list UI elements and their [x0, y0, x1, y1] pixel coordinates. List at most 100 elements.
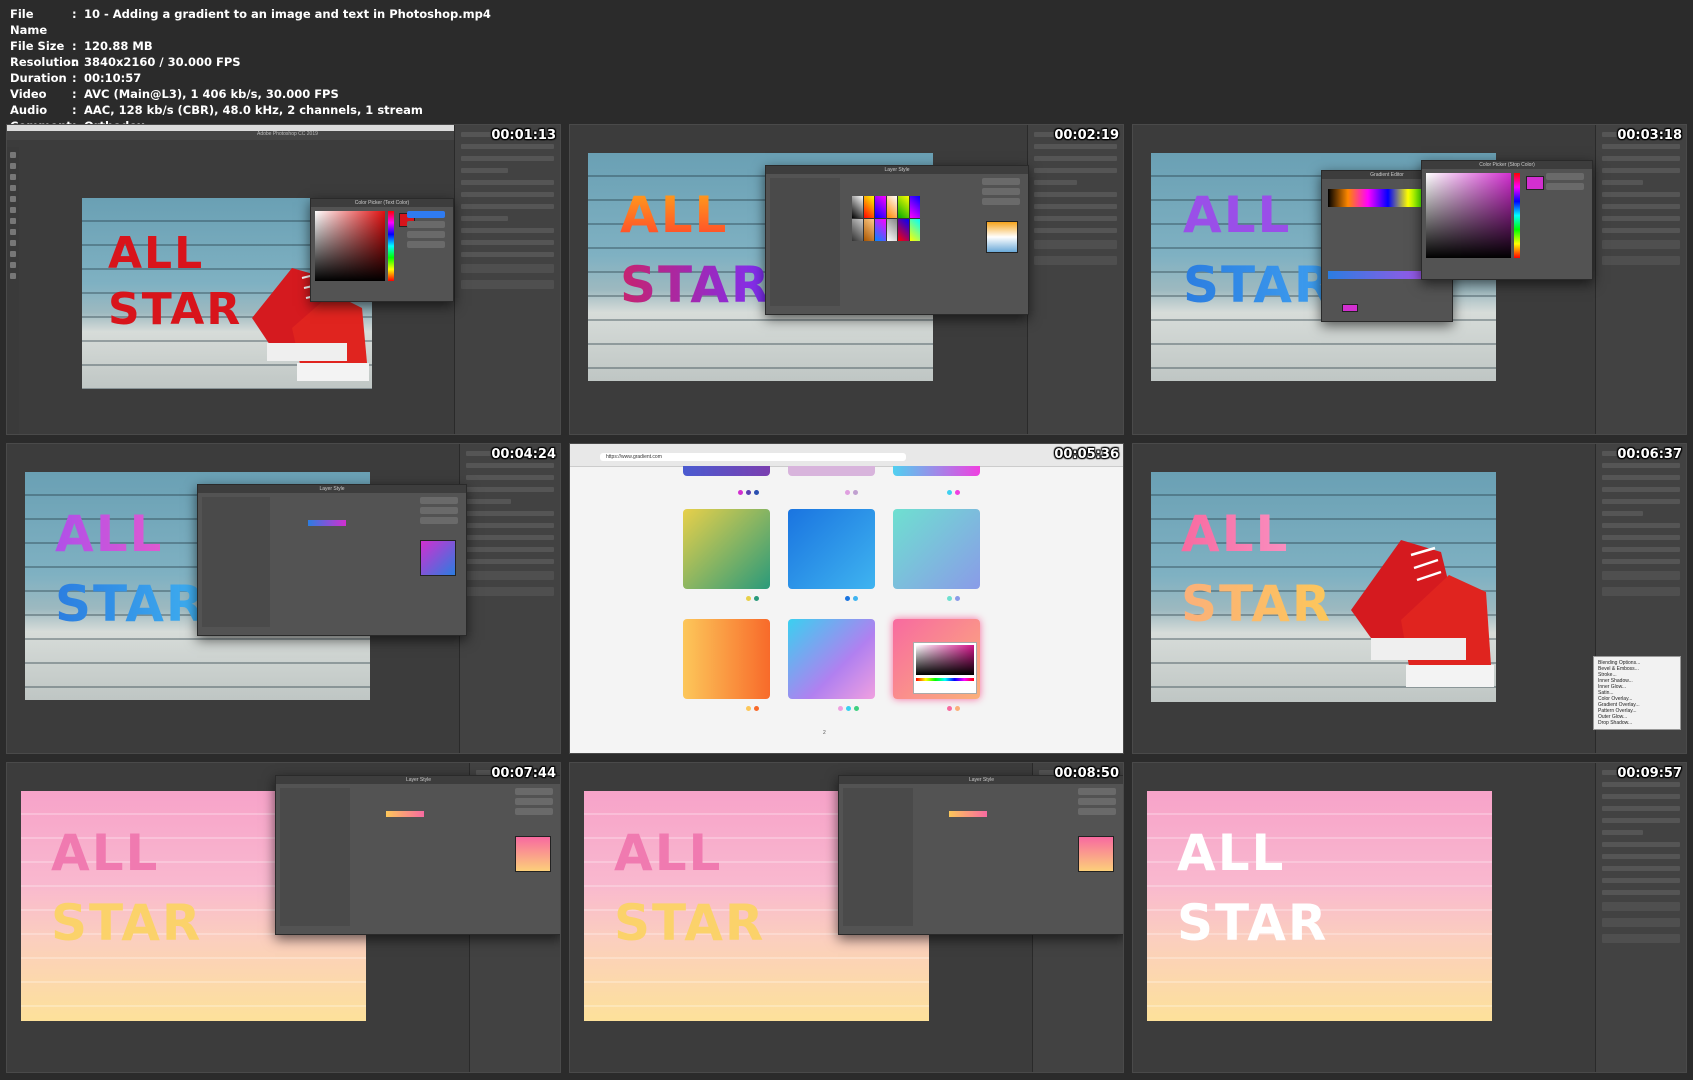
- cancel-button[interactable]: [420, 507, 458, 514]
- meta-key: File Size: [10, 39, 65, 53]
- ok-button[interactable]: [1078, 788, 1116, 795]
- layer-style-dialog[interactable]: Layer Style: [197, 484, 467, 636]
- right-panels: [459, 444, 560, 753]
- meta-value: 00:10:57: [84, 71, 142, 85]
- timestamp: 00:02:19: [1054, 128, 1119, 143]
- cancel-button[interactable]: [1546, 183, 1584, 190]
- new-style-button[interactable]: [982, 198, 1020, 205]
- ok-button[interactable]: [515, 788, 553, 795]
- meta-key: Resolution: [10, 55, 80, 69]
- meta-row: File Name:10 - Adding a gradient to an i…: [10, 7, 491, 37]
- new-style-button[interactable]: [1078, 808, 1116, 815]
- document-canvas: ALL STAR: [1151, 472, 1496, 702]
- gradient-swatch[interactable]: [949, 811, 987, 817]
- thumbnail-7[interactable]: ALL STAR Layer Style 00:07:44: [6, 762, 561, 1073]
- timestamp: 00:08:50: [1054, 766, 1119, 781]
- style-preview: [1078, 836, 1114, 872]
- thumbnail-8[interactable]: ALL STAR Layer Style 00:08:50: [569, 762, 1124, 1073]
- meta-row: File Size:120.88 MB: [10, 39, 153, 53]
- layer-style-dialog[interactable]: Layer Style: [765, 165, 1029, 315]
- dialog-title: Color Picker (Text Color): [311, 199, 453, 207]
- red-sneakers-image: [1351, 540, 1494, 687]
- thumbnail-1[interactable]: Adobe Photoshop CC 2019 ALL STAR Color P…: [6, 124, 561, 435]
- new-style-button[interactable]: [515, 808, 553, 815]
- thumbnail-6[interactable]: ALL STAR Blending Options... Bevel & Emb…: [1132, 443, 1687, 754]
- layer-style-dialog[interactable]: Layer Style: [275, 775, 560, 935]
- presets-strip[interactable]: [1328, 189, 1428, 207]
- cancel-button[interactable]: [1078, 798, 1116, 805]
- text-all: ALL: [108, 228, 205, 279]
- new-style-button[interactable]: [420, 517, 458, 524]
- right-panels: [454, 125, 560, 434]
- timestamp: 00:07:44: [491, 766, 556, 781]
- ok-button[interactable]: [420, 497, 458, 504]
- meta-value: 10 - Adding a gradient to an image and t…: [84, 7, 491, 21]
- ok-button[interactable]: [407, 211, 445, 218]
- stop-color-swatch[interactable]: [1342, 304, 1358, 312]
- color-field[interactable]: [315, 211, 385, 281]
- style-preview: [420, 540, 456, 576]
- address-bar[interactable]: https://www.gradient.com: [600, 453, 906, 461]
- color-picker-dialog[interactable]: Color Picker (Stop Color): [1421, 160, 1593, 280]
- text-star: STAR: [1183, 256, 1335, 314]
- styles-list[interactable]: [202, 497, 270, 627]
- gradient-presets[interactable]: [852, 196, 920, 241]
- thumbnail-9[interactable]: ALL STAR 00:09:57: [1132, 762, 1687, 1073]
- layer-style-dialog[interactable]: Layer Style: [838, 775, 1123, 935]
- meta-value: 120.88 MB: [84, 39, 153, 53]
- meta-key: Audio: [10, 103, 48, 117]
- new-color-swatch: [1526, 176, 1544, 190]
- cancel-button[interactable]: [515, 798, 553, 805]
- right-panels: [1595, 125, 1686, 434]
- gradient-tile[interactable]: [683, 619, 770, 699]
- dialog-title: Color Picker (Stop Color): [1422, 161, 1592, 169]
- gradient-tile[interactable]: [788, 509, 875, 589]
- text-all: ALL: [1181, 505, 1290, 563]
- timestamp: 00:04:24: [491, 447, 556, 462]
- text-star: STAR: [51, 894, 203, 952]
- cancel-button[interactable]: [982, 188, 1020, 195]
- gradient-tile[interactable]: [893, 509, 980, 589]
- ok-button[interactable]: [1546, 173, 1584, 180]
- app-title: Adobe Photoshop CC 2019: [257, 131, 318, 137]
- timestamp: 00:06:37: [1617, 447, 1682, 462]
- dialog-title: Layer Style: [198, 485, 466, 493]
- gradient-swatch[interactable]: [386, 811, 424, 817]
- gradient-tile[interactable]: [683, 466, 770, 476]
- styles-list[interactable]: [770, 178, 840, 306]
- gradient-tile[interactable]: [788, 466, 875, 476]
- text-star: STAR: [108, 284, 243, 335]
- styles-list[interactable]: [280, 788, 350, 926]
- page-number[interactable]: 2: [823, 730, 826, 736]
- meta-value: AVC (Main@L3), 1 406 kb/s, 30.000 FPS: [84, 87, 339, 101]
- thumbnail-4[interactable]: ALL STAR Layer Style 00:04:24: [6, 443, 561, 754]
- color-field[interactable]: [1426, 173, 1511, 258]
- gradient-tile[interactable]: [788, 619, 875, 699]
- gradient-tile[interactable]: [893, 466, 980, 476]
- gradient-swatch[interactable]: [308, 520, 346, 526]
- layer-style-context-menu[interactable]: Blending Options... Bevel & Emboss... St…: [1593, 656, 1681, 730]
- thumbnail-3[interactable]: ALL STAR Gradient Editor Color Picker (S…: [1132, 124, 1687, 435]
- dialog-title: Layer Style: [766, 166, 1028, 174]
- thumbnail-2[interactable]: ALL STAR Layer Style 00:02:19: [569, 124, 1124, 435]
- thumbnail-5[interactable]: https://www.gradient.com 2 00:05:36: [569, 443, 1124, 754]
- cancel-button[interactable]: [407, 221, 445, 228]
- add-to-swatches-button[interactable]: [407, 231, 445, 238]
- ok-button[interactable]: [982, 178, 1020, 185]
- gradient-tile[interactable]: [683, 509, 770, 589]
- color-popover[interactable]: [913, 642, 977, 694]
- file-metadata: File Name:10 - Adding a gradient to an i…: [10, 6, 491, 134]
- meta-row: Audio: AAC, 128 kb/s (CBR), 48.0 kHz, 2 c…: [10, 103, 423, 117]
- color-libraries-button[interactable]: [407, 241, 445, 248]
- browser-toolbar: https://www.gradient.com: [570, 444, 1123, 467]
- meta-row: Duration:00:10:57: [10, 71, 142, 85]
- hue-slider[interactable]: [388, 211, 394, 281]
- text-all: ALL: [614, 824, 723, 882]
- meta-key: Video: [10, 87, 47, 101]
- color-picker-dialog[interactable]: Color Picker (Text Color): [310, 198, 454, 302]
- hue-slider[interactable]: [1514, 173, 1520, 258]
- styles-list[interactable]: [843, 788, 913, 926]
- meta-value: AAC, 128 kb/s (CBR), 48.0 kHz, 2 channel…: [84, 103, 423, 117]
- text-all: ALL: [51, 824, 160, 882]
- menu-item[interactable]: Drop Shadow...: [1598, 720, 1676, 726]
